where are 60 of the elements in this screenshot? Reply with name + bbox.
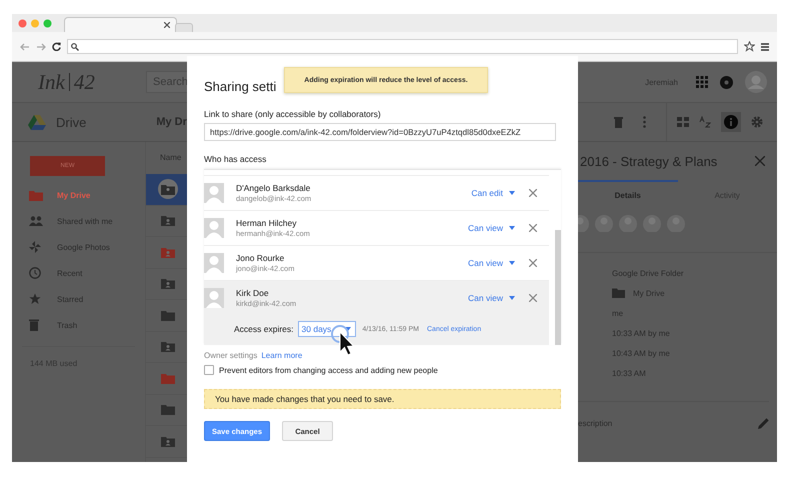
more-options-icon[interactable] bbox=[643, 116, 646, 128]
expiration-label: Access expires: bbox=[234, 324, 294, 334]
caret-icon bbox=[509, 296, 515, 300]
panel-title: 2016 - Strategy & Plans bbox=[580, 154, 718, 168]
permission-dropdown[interactable]: Can edit bbox=[471, 188, 515, 198]
checkbox[interactable] bbox=[204, 365, 214, 375]
permission-dropdown[interactable]: Can view bbox=[468, 223, 515, 233]
caret-icon bbox=[509, 261, 515, 265]
link-label: Link to share (only accessible by collaborators) bbox=[204, 109, 382, 119]
close-icon[interactable] bbox=[164, 22, 170, 28]
checkbox-label[interactable]: Prevent editors from changing access and adding new people bbox=[219, 366, 438, 374]
new-tab-button[interactable] bbox=[175, 23, 193, 32]
caret-icon bbox=[509, 226, 515, 230]
drive-logo-icon bbox=[28, 114, 46, 130]
remove-icon[interactable] bbox=[529, 224, 537, 232]
avatar-icon bbox=[204, 253, 224, 273]
folder-icon bbox=[612, 288, 625, 298]
notification-icon[interactable] bbox=[720, 76, 733, 88]
caret-icon bbox=[509, 191, 515, 195]
avatar-icon bbox=[204, 183, 224, 203]
sort-icon[interactable] bbox=[699, 116, 711, 128]
menu-icon[interactable] bbox=[761, 42, 769, 50]
search-icon bbox=[71, 42, 79, 50]
avatar-icon[interactable] bbox=[745, 71, 767, 93]
owner-settings-label: Owner settings bbox=[204, 351, 258, 360]
settings-icon[interactable] bbox=[751, 116, 763, 128]
info-button[interactable] bbox=[721, 112, 741, 132]
dialog-title: Sharing setti bbox=[204, 78, 276, 96]
people-icon bbox=[29, 216, 43, 226]
unsaved-changes-notice: You have made changes that you need to save. bbox=[204, 389, 561, 409]
info-icon bbox=[724, 115, 738, 129]
permission-dropdown[interactable]: Can view bbox=[468, 258, 515, 268]
permission-dropdown[interactable]: Can view bbox=[468, 293, 515, 303]
star-icon bbox=[29, 293, 43, 305]
grid-view-icon[interactable] bbox=[677, 117, 689, 127]
link-field[interactable]: https://drive.google.com/a/ink-42.com/folderview?id=0BzzyU7uP4ztqdl85d0dxeEZkZ bbox=[204, 123, 556, 141]
access-label: Who has access bbox=[204, 154, 268, 164]
learn-more-link[interactable]: Learn more bbox=[261, 351, 302, 360]
avatar-icon bbox=[204, 288, 224, 308]
forward-icon[interactable] bbox=[36, 42, 46, 50]
address-bar[interactable] bbox=[67, 39, 738, 54]
person-name: D'Angelo Barksdale bbox=[236, 183, 312, 193]
pinwheel-icon bbox=[29, 241, 43, 253]
reload-icon[interactable] bbox=[52, 42, 61, 51]
apps-grid-icon[interactable] bbox=[696, 76, 708, 88]
trash-icon[interactable] bbox=[614, 116, 623, 128]
person-name: Jono Rourke bbox=[236, 253, 286, 263]
pencil-icon[interactable] bbox=[758, 418, 769, 429]
clock-icon bbox=[29, 267, 43, 279]
folder-icon bbox=[29, 190, 43, 200]
bookmark-star-icon[interactable] bbox=[744, 41, 755, 52]
back-icon[interactable] bbox=[20, 42, 30, 50]
remove-icon[interactable] bbox=[529, 294, 537, 302]
remove-icon[interactable] bbox=[529, 259, 537, 267]
sidebar-item[interactable]: My Drive bbox=[12, 182, 145, 208]
person-name: Herman Hilchey bbox=[236, 218, 298, 228]
person-name: Kirk Doe bbox=[236, 288, 270, 298]
avatar-icon bbox=[204, 218, 224, 238]
duration-dropdown[interactable]: 30 days bbox=[298, 321, 356, 337]
remove-icon[interactable] bbox=[529, 189, 537, 197]
